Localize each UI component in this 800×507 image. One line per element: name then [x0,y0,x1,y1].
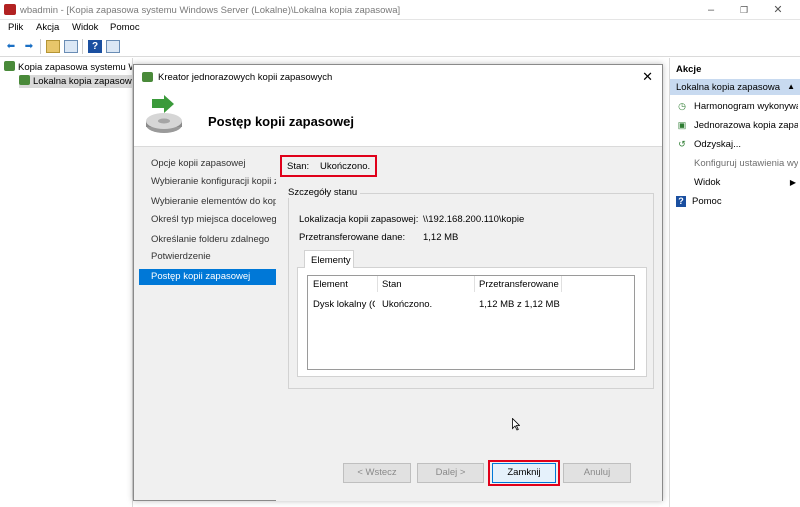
menu-file[interactable]: Plik [8,22,23,33]
items-tab-panel: Element Stan Przetransferowane dane Dysk… [297,267,647,377]
wizard-step[interactable]: Wybieranie konfiguracji kopii zapasowej [139,174,276,190]
backup-wizard-dialog: Kreator jednorazowych kopii zapasowych ✕… [133,64,663,501]
actions-header: Akcje [670,58,800,79]
minimize-icon[interactable]: – [704,3,718,17]
action-help[interactable]: ? Pomoc [676,194,798,209]
menu-bar: Plik Akcja Widok Pomoc [0,20,800,36]
backup-icon: ▣ [677,120,687,130]
mouse-cursor-icon [512,418,520,431]
back-button[interactable]: < Wstecz [343,463,411,483]
next-button[interactable]: Dalej > [417,463,484,483]
cell-status[interactable]: Ukończono. [382,299,432,310]
window-title: wbadmin - [Kopia zapasowa systemu Window… [20,5,401,16]
wizard-step[interactable]: Określ typ miejsca docelowego [139,212,276,228]
location-label: Lokalizacja kopii zapasowej: [299,214,419,225]
show-hide-actions-icon[interactable] [106,40,120,53]
collapse-arrow-icon[interactable]: ▲ [787,82,795,91]
help-icon: ? [676,196,686,207]
title-bar: wbadmin - [Kopia zapasowa systemu Window… [0,0,800,20]
tree-item-root[interactable]: Kopia zapasowa systemu Windows Server (L… [4,61,132,74]
column-header-element[interactable]: Element [313,279,348,290]
list-header: Element Stan Przetransferowane dane [308,276,634,292]
cell-element[interactable]: Dysk lokalny (C:) [313,299,375,310]
actions-subheader[interactable]: Lokalna kopia zapasowa ▲ [670,79,800,95]
forward-arrow-icon[interactable]: ➡ [22,40,36,53]
dialog-title: Kreator jednorazowych kopii zapasowych [158,72,333,83]
back-arrow-icon[interactable]: ⬅ [4,40,18,53]
dialog-title-bar: Kreator jednorazowych kopii zapasowych ✕ [134,65,662,89]
restore-icon[interactable]: ❐ [737,3,751,17]
show-hide-tree-icon[interactable] [64,40,78,53]
menu-action[interactable]: Akcja [36,22,59,33]
backup-icon [19,75,30,85]
action-view[interactable]: Widok ▶ [676,175,798,190]
toolbar: ⬅ ➡ ? [0,36,800,57]
close-button[interactable]: Zamknij [492,463,556,483]
action-recover[interactable]: ↺ Odzyskaj... [676,137,798,152]
items-list[interactable]: Element Stan Przetransferowane dane Dysk… [307,275,635,370]
cancel-button[interactable]: Anuluj [563,463,631,483]
menu-help[interactable]: Pomoc [110,22,140,33]
toolbar-separator [40,39,41,54]
close-icon[interactable]: ✕ [771,3,785,17]
actions-pane: Akcje Lokalna kopia zapasowa ▲ ◷ Harmonog… [669,58,800,507]
wizard-icon [142,72,153,82]
status-value: Ukończono. [320,161,371,172]
page-title: Postęp kopii zapasowej [208,114,354,129]
folder-up-icon[interactable] [46,40,60,53]
action-schedule[interactable]: ◷Harmonogram wykonywania kopii zapasowyc… [676,99,798,114]
tree-item-local-backup[interactable]: Lokalna kopia zapasowa [19,75,132,88]
schedule-icon: ◷ [678,101,686,111]
menu-view[interactable]: Widok [72,22,98,33]
wizard-steps: Opcje kopii zapasowej Wybieranie konfigu… [134,148,276,500]
wizard-step[interactable]: Wybieranie elementów do kopii zapasowej [139,194,276,210]
status-box: Stan: Ukończono. [280,155,377,177]
transferred-label: Przetransferowane dane: [299,232,406,243]
dialog-header: Postęp kopii zapasowej [134,89,662,147]
status-label: Stan: [287,161,310,172]
navigation-tree: Kopia zapasowa systemu Windows Server (L… [0,58,133,507]
location-value: \\192.168.200.110\kopie [423,214,525,225]
status-details-title: Szczegóły stanu [285,187,361,198]
wizard-content: Stan: Ukończono. Szczegóły stanu Lokaliz… [276,148,662,501]
close-icon[interactable]: ✕ [642,69,653,85]
column-header-transferred[interactable]: Przetransferowane dane [479,279,559,290]
wizard-step[interactable]: Opcje kopii zapasowej [139,156,276,172]
action-one-time-backup[interactable]: ▣Jednorazowa kopia zapasowa... [676,118,798,133]
tab-items[interactable]: Elementy [304,250,354,268]
action-configure-performance[interactable]: Konfiguruj ustawienia wydajności... [676,156,798,171]
cell-transferred[interactable]: 1,12 MB z 1,12 MB [479,299,560,310]
app-icon [4,4,16,15]
toolbar-separator [82,39,83,54]
wizard-step-active[interactable]: Postęp kopii zapasowej [139,269,276,285]
wizard-step[interactable]: Określanie folderu zdalnego [139,232,276,248]
backup-icon [4,61,15,71]
backup-drive-icon [146,95,182,133]
transferred-value: 1,12 MB [423,232,459,243]
wizard-step[interactable]: Potwierdzenie [139,249,276,265]
help-icon[interactable]: ? [88,40,102,53]
submenu-arrow-icon: ▶ [789,178,796,187]
recover-icon: ↺ [678,139,686,149]
column-header-status[interactable]: Stan [382,279,402,290]
